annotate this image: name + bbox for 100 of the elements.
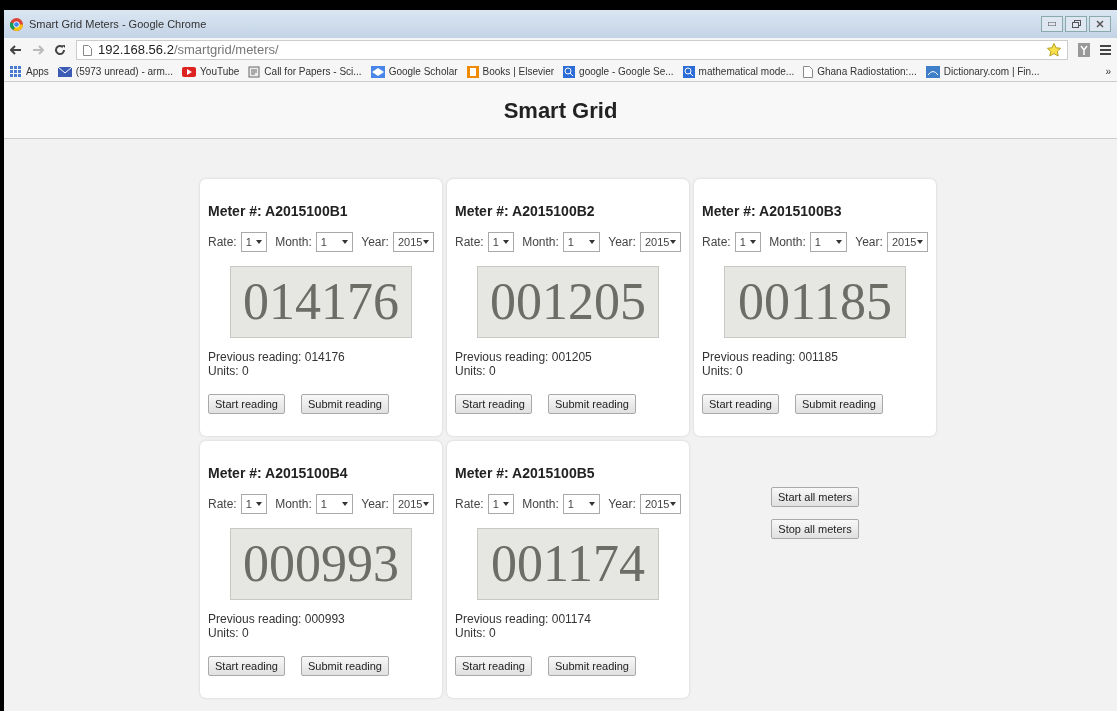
reload-icon[interactable] [54, 44, 66, 56]
submit-reading-button[interactable]: Submit reading [548, 656, 636, 676]
month-label: Month: [522, 496, 559, 513]
apps-grid-icon [10, 65, 22, 78]
units-text: Units: 0 [455, 364, 497, 378]
caret-icon [342, 240, 349, 244]
meter-title: Meter #: A2015100B1 [208, 202, 349, 221]
caret-icon [670, 240, 676, 244]
all-meters-button[interactable]: Start all meters [771, 487, 859, 507]
caret-icon [750, 240, 757, 244]
dropdown[interactable]: 1 [562, 232, 601, 252]
meter-display: 001174 [477, 528, 659, 600]
search-icon [682, 65, 695, 78]
previous-reading: Previous reading: 000993 [208, 612, 346, 626]
restore-icon [1071, 20, 1081, 28]
dropdown[interactable]: 1 [315, 494, 354, 514]
bookmark-link[interactable]: Ghana Radiostation:... [803, 64, 917, 79]
document-icon [248, 65, 261, 78]
rate-label: Rate: [702, 234, 731, 251]
submit-reading-button[interactable]: Submit reading [548, 394, 636, 414]
caret-icon [256, 502, 263, 506]
rate-label: Rate: [455, 234, 484, 251]
caret-icon [836, 240, 843, 244]
caret-icon [917, 240, 923, 244]
dropdown[interactable]: 1 [315, 232, 354, 252]
start-reading-button[interactable]: Start reading [455, 656, 532, 676]
play-icon [182, 66, 197, 77]
restore-button[interactable] [1065, 16, 1087, 32]
submit-reading-button[interactable]: Submit reading [301, 656, 389, 676]
submit-reading-button[interactable]: Submit reading [795, 394, 883, 414]
bookmark-link[interactable]: Google Scholar [370, 64, 458, 79]
dropdown[interactable]: 1 [240, 494, 268, 514]
year-label: Year: [608, 496, 636, 513]
page-icon [803, 65, 814, 78]
bookmark-link[interactable]: Dictionary.com | Fin... [925, 64, 1040, 79]
start-reading-button[interactable]: Start reading [208, 394, 285, 414]
month-label: Month: [769, 234, 806, 251]
bookmark-link[interactable]: google - Google Se... [563, 64, 674, 79]
book-icon [466, 65, 479, 78]
dropdown[interactable]: 2015 [392, 232, 434, 252]
previous-reading: Previous reading: 014176 [208, 350, 346, 364]
year-label: Year: [361, 496, 389, 513]
menu-icon[interactable] [1100, 45, 1111, 55]
dropdown[interactable]: 2015 [639, 232, 681, 252]
start-reading-button[interactable]: Start reading [208, 656, 285, 676]
submit-reading-button[interactable]: Submit reading [301, 394, 389, 414]
window-title: Smart Grid Meters - Google Chrome [29, 16, 207, 32]
minimize-icon [1048, 22, 1056, 26]
dropdown[interactable]: 2015 [392, 494, 434, 514]
start-reading-button[interactable]: Start reading [702, 394, 779, 414]
meter-display: 001185 [724, 266, 906, 338]
meter-title: Meter #: A2015100B3 [702, 202, 843, 221]
url-text: 192.168.56.2/smartgrid/meters/ [98, 41, 279, 60]
caret-icon [423, 502, 429, 506]
close-button[interactable] [1089, 16, 1111, 32]
caret-icon [503, 502, 510, 506]
close-icon [1096, 20, 1104, 28]
meter-title: Meter #: A2015100B2 [455, 202, 596, 221]
dropdown[interactable]: 1 [487, 494, 515, 514]
meter-display: 000993 [230, 528, 412, 600]
bookmark-link[interactable]: Apps [10, 64, 49, 79]
meter-title: Meter #: A2015100B4 [208, 464, 349, 483]
bookmark-link[interactable]: Books | Elsevier [466, 64, 555, 79]
page-heading: Smart Grid [503, 96, 618, 125]
previous-reading: Previous reading: 001174 [455, 612, 592, 626]
month-label: Month: [275, 496, 312, 513]
rate-label: Rate: [208, 496, 237, 513]
units-text: Units: 0 [455, 626, 497, 640]
browser-logo-icon [10, 17, 23, 31]
dropdown[interactable]: 1 [809, 232, 848, 252]
page-icon [83, 44, 92, 56]
dropdown[interactable]: 1 [240, 232, 268, 252]
all-meters-button[interactable]: Stop all meters [771, 519, 859, 539]
dropdown[interactable]: 1 [562, 494, 601, 514]
units-text: Units: 0 [702, 364, 744, 378]
caret-icon [256, 240, 263, 244]
dropdown[interactable]: 2015 [886, 232, 928, 252]
meter-display: 001205 [477, 266, 659, 338]
year-label: Year: [855, 234, 883, 251]
extension-icon[interactable] [1078, 43, 1090, 57]
caret-icon [342, 502, 349, 506]
start-reading-button[interactable]: Start reading [455, 394, 532, 414]
bookmark-link[interactable]: Call for Papers - Sci... [248, 64, 362, 79]
search-icon [563, 65, 576, 78]
address-bar[interactable]: 192.168.56.2/smartgrid/meters/ [76, 40, 1068, 60]
bookmark-link[interactable]: YouTube [182, 64, 240, 79]
dropdown[interactable]: 1 [734, 232, 762, 252]
rate-label: Rate: [455, 496, 484, 513]
dropdown[interactable]: 2015 [639, 494, 681, 514]
bookmark-link[interactable]: mathematical mode... [682, 64, 795, 79]
dropdown[interactable]: 1 [487, 232, 515, 252]
back-icon[interactable] [10, 45, 22, 55]
more-bookmarks-button[interactable]: » [1105, 64, 1111, 79]
previous-reading: Previous reading: 001205 [455, 350, 593, 364]
year-label: Year: [361, 234, 389, 251]
star-icon[interactable] [1047, 43, 1061, 57]
bookmark-link[interactable]: (5973 unread) - arm... [57, 64, 174, 79]
units-text: Units: 0 [208, 626, 250, 640]
units-text: Units: 0 [208, 364, 250, 378]
previous-reading: Previous reading: 001185 [702, 350, 839, 364]
